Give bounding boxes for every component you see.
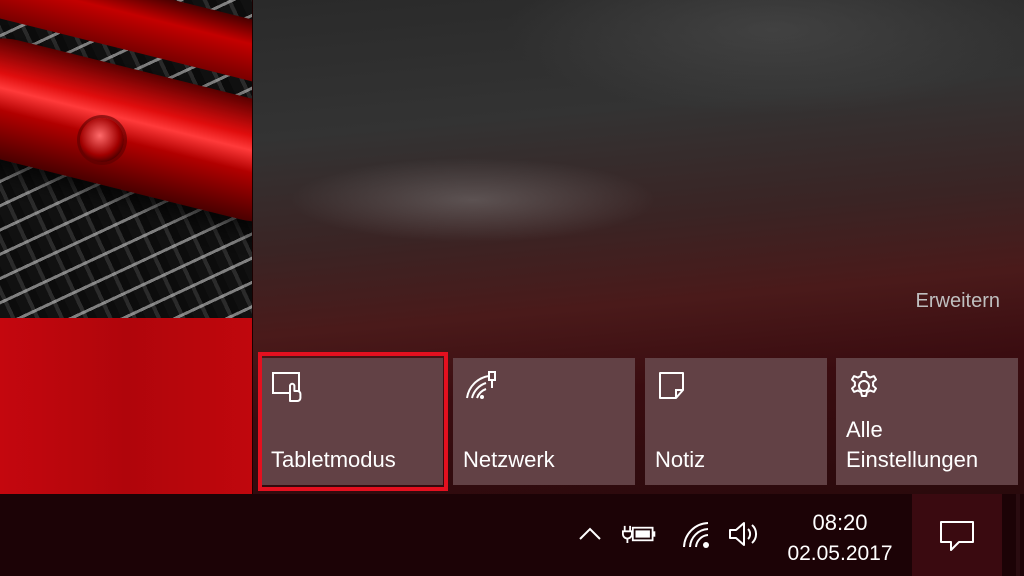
taskbar: 08:20 02.05.2017 — [0, 494, 1024, 576]
battery-charging-icon[interactable] — [622, 516, 658, 552]
all-settings-label: Alle Einstellungen — [846, 417, 979, 472]
network-icon — [466, 371, 496, 399]
clock-date: 02.05.2017 — [787, 542, 893, 565]
desktop-red-area — [0, 318, 252, 494]
show-desktop-edge[interactable] — [1016, 494, 1020, 576]
clock-time: 08:20 — [812, 510, 868, 535]
wifi-icon[interactable] — [680, 516, 716, 552]
note-icon — [659, 372, 684, 399]
all-settings-tile[interactable]: Alle Einstellungen — [836, 358, 1018, 485]
note-tile[interactable]: Notiz — [645, 358, 827, 485]
network-label: Netzwerk — [463, 447, 555, 472]
note-label: Notiz — [655, 447, 706, 472]
expand-link[interactable]: Erweitern — [916, 290, 1000, 313]
tablet-mode-label: Tabletmodus — [271, 447, 396, 472]
wallpaper-bolt — [80, 118, 124, 162]
desktop-wallpaper — [0, 0, 252, 318]
clock[interactable]: 08:20 02.05.2017 — [770, 508, 910, 570]
chevron-up-icon[interactable] — [572, 516, 608, 552]
volume-icon[interactable] — [726, 516, 762, 552]
action-center-panel: Erweitern Tabletmodus Netzwerk Notiz All… — [252, 0, 1024, 494]
action-center-icon — [940, 521, 974, 551]
tablet-mode-icon — [272, 372, 302, 402]
network-tile[interactable]: Netzwerk — [453, 358, 635, 485]
action-center-button[interactable] — [912, 494, 1002, 576]
tablet-mode-tile[interactable]: Tabletmodus — [261, 358, 443, 485]
gear-icon — [851, 371, 877, 397]
